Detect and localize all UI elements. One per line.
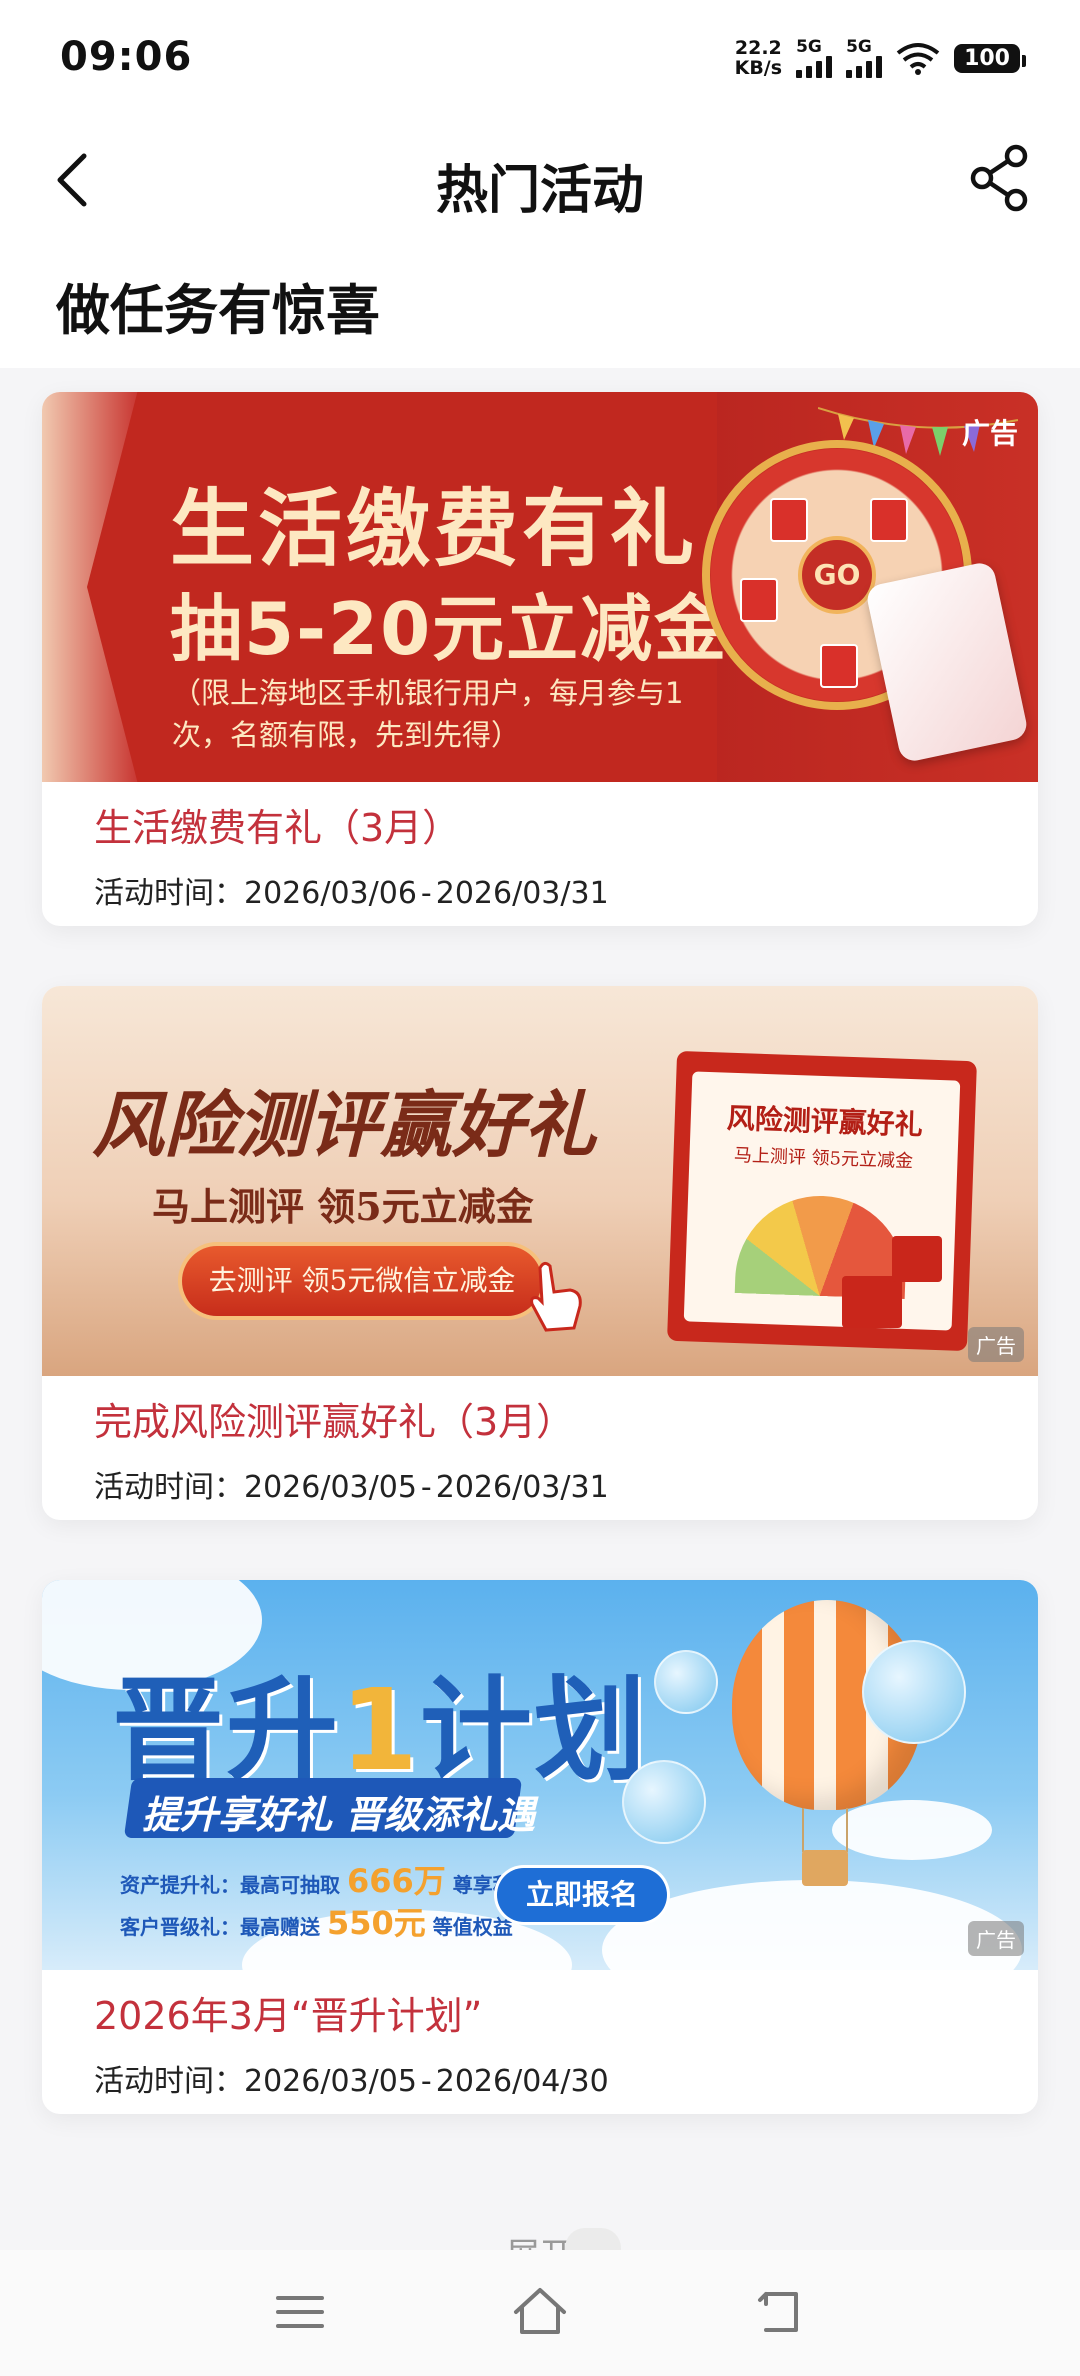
coins-bubble-icon: [622, 1760, 706, 1844]
end-date: 2026/03/31: [435, 1470, 609, 1505]
back-icon[interactable]: [750, 2282, 810, 2342]
gift-box-icon: [842, 1276, 902, 1328]
start-date: 2026/03/05: [244, 1470, 417, 1505]
headline-number: 1: [340, 1666, 420, 1796]
sim2-label: 5G: [846, 37, 872, 57]
poster-inner: 风险测评赢好礼 马上测评 领5元立减金: [683, 1071, 961, 1331]
activity-banner[interactable]: 广告 生活缴费有礼 抽5-20元立减金 （限上海地区手机银行用户，每月参与1次，…: [42, 392, 1038, 782]
wifi-icon: [896, 43, 940, 75]
card-time: 活动时间：2026/03/05-2026/03/31: [94, 1470, 609, 1505]
end-date: 2026/04/30: [435, 2064, 609, 2099]
net-speed-unit: KB/s: [734, 57, 783, 79]
system-nav-bar: [0, 2250, 1080, 2376]
headline-part-a: 晋升: [112, 1666, 340, 1796]
activity-card[interactable]: 风险测评赢好礼 马上测评 领5元立减金 去测评 领5元微信立减金 风险测评赢好礼…: [42, 986, 1038, 1520]
signal-sim1: 5G: [796, 37, 833, 78]
banner-subline: 马上测评 领5元立减金: [152, 1184, 534, 1229]
card-info: 完成风险测评赢好礼（3月） 活动时间：2026/03/05-2026/03/31: [42, 1376, 1038, 1520]
pointing-hand-icon: [530, 1261, 582, 1332]
time-label: 活动时间：: [94, 1470, 244, 1505]
benefit-suffix: 等值权益: [432, 1915, 513, 1939]
poster-illustration: 风险测评赢好礼 马上测评 领5元立减金: [667, 1050, 977, 1352]
status-bar: 09:06 22.2 KB/s 5G 5G 100: [0, 0, 1080, 120]
time-label: 活动时间：: [94, 876, 244, 911]
card-info: 生活缴费有礼（3月） 活动时间：2026/03/06-2026/03/31: [42, 782, 1038, 926]
poster-subtitle: 马上测评 领5元立减金: [733, 1144, 914, 1173]
balloon-basket: [802, 1850, 848, 1886]
signal-bars-icon: [846, 56, 883, 78]
gift-bubble-icon: [862, 1640, 966, 1744]
card-info: 2026年3月“晋升计划” 活动时间：2026/03/05-2026/04/30: [42, 1970, 1038, 2114]
benefit-label: 客户晋级礼：最高赠送: [120, 1915, 320, 1939]
banner-note: （限上海地区手机银行用户，每月参与1次，名额有限，先到先得）: [172, 676, 684, 752]
ad-tag: 广告: [968, 1921, 1024, 1956]
ad-tag: 广告: [968, 1327, 1024, 1362]
benefit-line-upgrade: 客户晋级礼：最高赠送 550元 等值权益: [120, 1898, 513, 1944]
benefit-line-asset: 资产提升礼：最高可抽取 666万 尊享积分: [120, 1856, 533, 1902]
share-icon[interactable]: [964, 142, 1036, 214]
signal-bars-icon: [796, 56, 833, 78]
activity-card[interactable]: 广告 生活缴费有礼 抽5-20元立减金 （限上海地区手机银行用户，每月参与1次，…: [42, 392, 1038, 926]
ad-tag: 广告: [961, 417, 1018, 450]
status-time: 09:06: [60, 34, 193, 80]
signal-sim2: 5G: [846, 37, 883, 78]
card-time: 活动时间：2026/03/06-2026/03/31: [94, 876, 609, 911]
activity-banner[interactable]: 晋升1计划 提升享好礼 晋级添礼遇 资产提升礼：最高可抽取 666万 尊享积分 …: [42, 1580, 1038, 1970]
headline-part-b: 计划: [419, 1666, 648, 1796]
banner-subline: 抽5-20元立减金: [170, 587, 729, 671]
start-date: 2026/03/05: [244, 2064, 417, 2099]
red-envelope-icon: [740, 578, 778, 622]
cloud-shape: [832, 1800, 992, 1860]
benefit-value: 666万: [346, 1862, 446, 1900]
red-envelope-icon: [820, 644, 858, 688]
phone-illustration: [864, 560, 1030, 764]
red-envelope-icon: [870, 498, 908, 542]
gift-box-icon: [892, 1236, 942, 1282]
time-label: 活动时间：: [94, 2064, 244, 2099]
benefit-label: 资产提升礼：最高可抽取: [120, 1873, 340, 1897]
banner-headline: 风险测评赢好礼: [92, 1082, 597, 1167]
signup-button[interactable]: 立即报名: [497, 1868, 667, 1922]
page-title: 热门活动: [435, 161, 644, 221]
section-title: 做任务有惊喜: [56, 279, 380, 342]
card-time: 活动时间：2026/03/05-2026/04/30: [94, 2064, 609, 2099]
card-title: 生活缴费有礼（3月）: [94, 806, 461, 850]
banner-subline: 提升享好礼 晋级添礼遇: [142, 1793, 536, 1837]
activity-banner[interactable]: 风险测评赢好礼 马上测评 领5元立减金 去测评 领5元微信立减金 风险测评赢好礼…: [42, 986, 1038, 1376]
start-date: 2026/03/06: [244, 876, 417, 911]
end-date: 2026/03/31: [435, 876, 609, 911]
menu-icon[interactable]: [270, 2282, 330, 2342]
red-envelope-icon: [770, 498, 808, 542]
app-header: 热门活动: [0, 120, 1080, 240]
card-title: 2026年3月“晋升计划”: [94, 1994, 483, 2038]
poster-title: 风险测评赢好礼: [726, 1101, 924, 1142]
sim1-label: 5G: [796, 37, 822, 57]
benefit-value: 550元: [326, 1904, 426, 1942]
arrow-bubble-icon: [654, 1650, 718, 1714]
balloon-rope: [802, 1808, 848, 1852]
wheel-go-button: GO: [802, 540, 872, 610]
activity-card[interactable]: 晋升1计划 提升享好礼 晋级添礼遇 资产提升礼：最高可抽取 666万 尊享积分 …: [42, 1580, 1038, 2114]
status-icons: 22.2 KB/s 5G 5G 100: [735, 37, 1026, 78]
banner-cta-button: 去测评 领5元微信立减金: [182, 1246, 542, 1316]
net-speed-value: 22.2: [734, 37, 782, 59]
banner-headline: 生活缴费有礼: [170, 480, 699, 578]
battery-icon: 100: [954, 43, 1026, 73]
net-speed: 22.2 KB/s: [735, 38, 782, 78]
home-icon[interactable]: [510, 2282, 570, 2342]
card-title: 完成风险测评赢好礼（3月）: [94, 1400, 575, 1444]
